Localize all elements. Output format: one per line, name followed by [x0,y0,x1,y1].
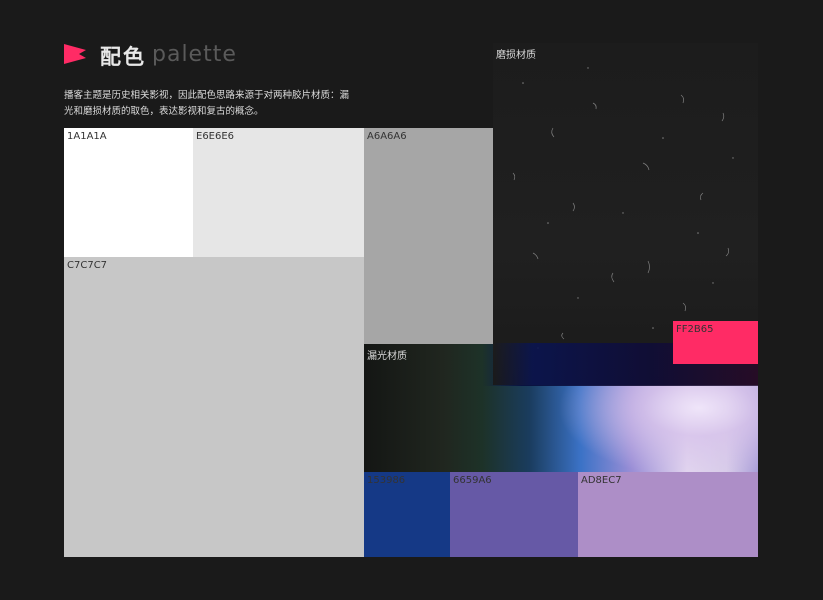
swatch-ad8ec7: AD8EC7 [578,472,758,557]
swatch-153986: 153986 [364,472,450,557]
swatch-label: A6A6A6 [367,131,407,142]
swatch-label: FF2B65 [676,324,714,335]
swatch-label: 1A1A1A [67,131,107,142]
swatch-a6a6a6: A6A6A6 [364,128,493,344]
swatch-label: C7C7C7 [67,260,108,271]
swatch-1a1a1a: 1A1A1A [64,128,193,257]
swatch-label: 6659A6 [453,475,492,486]
swatch-6659a6: 6659A6 [450,472,578,557]
page-title: 配色 [100,45,146,69]
page-subtitle: palette [152,42,237,67]
swatch-label: AD8EC7 [581,475,622,486]
flag-icon [64,44,86,64]
light-leak-label: 漏光材质 [367,351,407,362]
swatch-e6e6e6: E6E6E6 [193,128,364,257]
swatch-c7c7c7: C7C7C7 [64,257,364,557]
swatch-label: 153986 [367,475,406,486]
swatch-ff2b65: FF2B65 [673,321,758,364]
worn-label: 磨损材质 [496,50,536,61]
swatch-label: E6E6E6 [196,131,235,142]
description: 播客主题是历史相关影视，因此配色思路来源于对两种胶片材质：漏光和磨损材质的取色，… [64,90,350,117]
